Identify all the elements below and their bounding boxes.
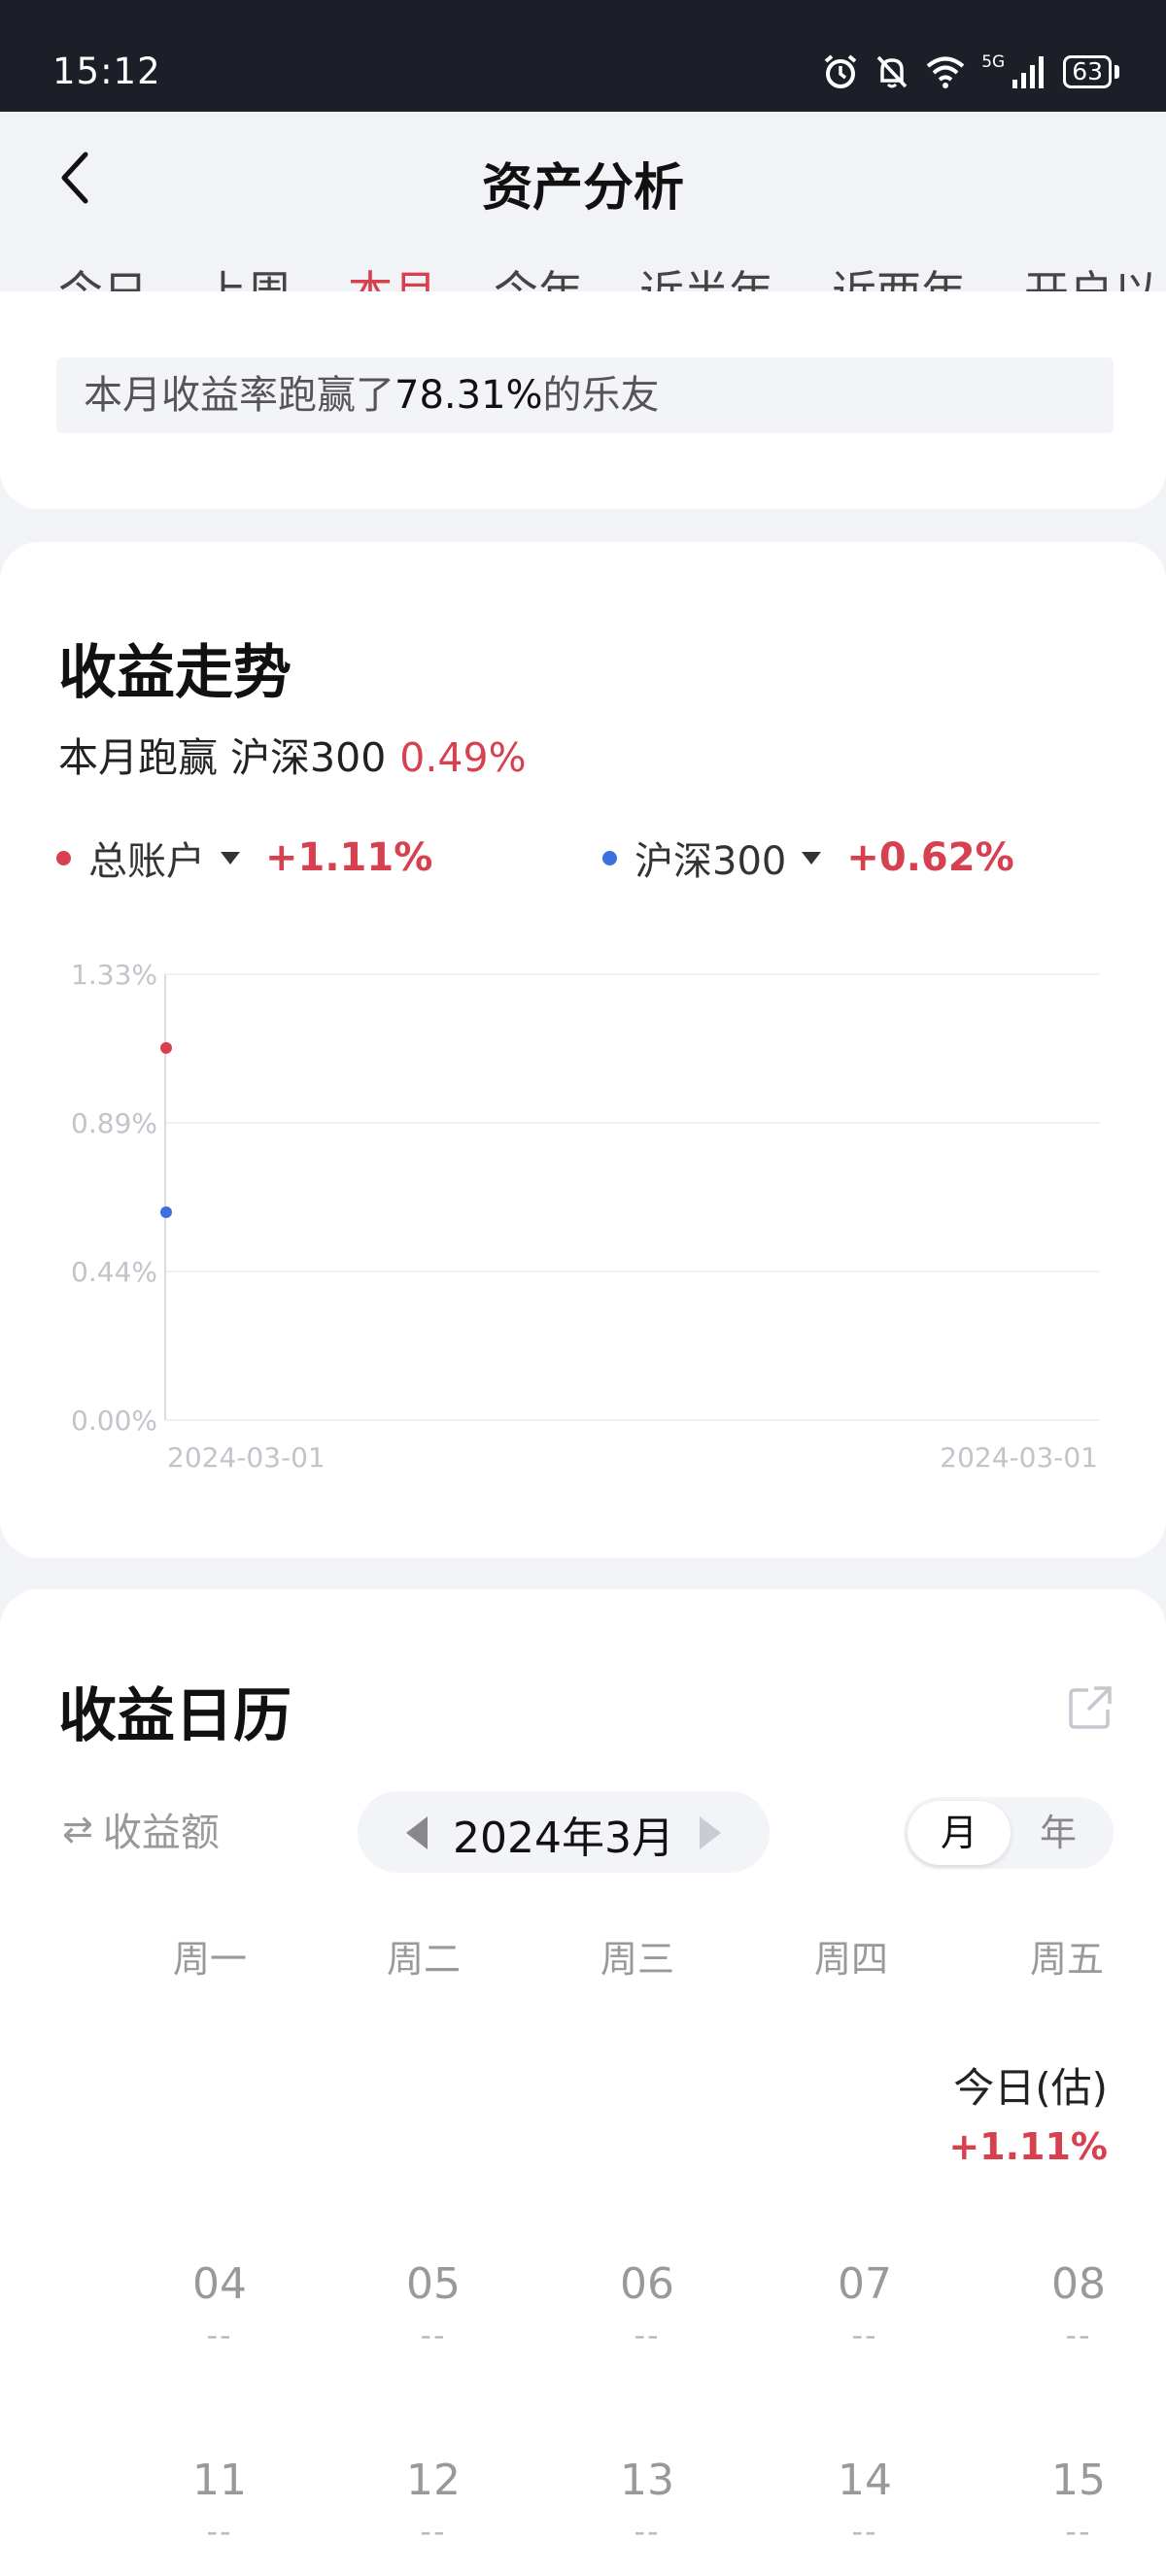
rank-percent: 78.31%	[394, 373, 543, 418]
mute-bell-icon	[876, 55, 908, 88]
legend-total-account[interactable]: 总账户 +1.11%	[56, 830, 432, 886]
today-value: +1.11%	[948, 2125, 1108, 2168]
battery-level: 63	[1072, 57, 1103, 85]
legend-dot-csi300	[602, 850, 617, 865]
weekday-label: 周二	[386, 1938, 461, 1981]
battery-icon: 63	[1063, 55, 1112, 88]
day-value: --	[206, 2513, 233, 2550]
y-tick-label: 0.89%	[71, 1107, 157, 1139]
day-value: --	[851, 2317, 878, 2354]
day-number: 06	[620, 2259, 674, 2309]
day-number: 11	[192, 2456, 247, 2505]
period-year-button[interactable]: 年	[1007, 1801, 1110, 1865]
calendar-day[interactable]: 14 --	[777, 2456, 952, 2550]
metric-label: 收益额	[102, 1811, 220, 1855]
calendar-day[interactable]: 13 --	[560, 2456, 735, 2550]
calendar-day[interactable]: 05 --	[346, 2259, 521, 2354]
day-value: --	[1065, 2317, 1092, 2354]
rank-banner: 本月收益率跑赢了78.31%的乐友	[56, 357, 1114, 433]
trend-sub-label: 本月跑赢 沪深300	[58, 734, 387, 781]
calendar-day[interactable]: 06 --	[560, 2259, 735, 2354]
trend-subtitle: 本月跑赢 沪深300 0.49%	[58, 725, 527, 783]
status-icons: 5G 63	[822, 52, 1119, 91]
signal-icon	[1012, 56, 1045, 88]
day-value: --	[1065, 2513, 1092, 2550]
month-selector: 2024年3月	[358, 1791, 770, 1873]
y-tick-label: 0.00%	[71, 1405, 157, 1437]
day-value: --	[420, 2513, 447, 2550]
day-number: 12	[406, 2456, 461, 2505]
calendar-day[interactable]: 12 --	[346, 2456, 521, 2550]
calendar-card: 收益日历 ⇄ 收益额 2024年3月 月 年 周一 周二 周三 周四 周五 今日…	[0, 1589, 1166, 2576]
network-type: 5G	[981, 52, 1006, 72]
x-tick-label: 2024-03-01	[167, 1441, 326, 1474]
wifi-icon	[926, 56, 965, 88]
period-toggle: 月 年	[904, 1797, 1114, 1869]
y-tick-label: 0.44%	[71, 1256, 157, 1288]
weekday-label: 周三	[600, 1938, 674, 1981]
calendar-day[interactable]: 08 --	[991, 2259, 1166, 2354]
x-tick-label: 2024-03-01	[940, 1441, 1098, 1474]
calendar-day[interactable]: 07 --	[777, 2259, 952, 2354]
legend-name-total: 总账户	[88, 839, 205, 884]
next-month-icon[interactable]	[700, 1816, 721, 1849]
day-value: --	[851, 2513, 878, 2550]
day-number: 04	[192, 2259, 247, 2309]
period-month-button[interactable]: 月	[908, 1801, 1011, 1865]
weekday-label: 周五	[1029, 1938, 1104, 1981]
day-number: 14	[838, 2456, 892, 2505]
legend-value-total: +1.11%	[265, 835, 433, 880]
rank-prefix: 本月收益率跑赢了	[84, 373, 394, 418]
weekday-label: 周四	[813, 1938, 888, 1981]
battery-indicator: 63	[1063, 55, 1119, 88]
calendar-title: 收益日历	[58, 1682, 292, 1750]
rank-card: 本月收益率跑赢了78.31%的乐友	[0, 291, 1166, 509]
dropdown-caret-icon	[802, 851, 822, 864]
day-value: --	[206, 2317, 233, 2354]
alarm-icon	[824, 54, 857, 88]
day-value: --	[634, 2317, 661, 2354]
share-icon[interactable]	[1067, 1684, 1114, 1731]
trend-title: 收益走势	[58, 639, 292, 707]
legend-value-csi300: +0.62%	[846, 835, 1014, 880]
legend-dot-total	[56, 850, 71, 865]
legend-name-csi300: 沪深300	[634, 839, 787, 884]
trend-chart: 1.33% 0.89% 0.44% 0.00% 2024-03-01 2024-03-01	[71, 959, 1100, 1474]
day-number: 07	[838, 2259, 892, 2309]
day-number: 13	[620, 2456, 674, 2505]
day-value: --	[634, 2513, 661, 2550]
day-number: 05	[406, 2259, 461, 2309]
status-time: 15:12	[52, 51, 161, 92]
metric-toggle[interactable]: ⇄ 收益额	[62, 1801, 220, 1857]
trend-card: 收益走势 本月跑赢 沪深300 0.49% 总账户 +1.11% 沪深300 +0…	[0, 542, 1166, 1558]
legend-csi300[interactable]: 沪深300 +0.62%	[602, 830, 1014, 886]
dropdown-caret-icon	[221, 851, 240, 864]
day-number: 15	[1051, 2456, 1106, 2505]
calendar-day[interactable]: 04 --	[132, 2259, 307, 2354]
rank-suffix: 的乐友	[542, 373, 660, 418]
calendar-day[interactable]: 11 --	[132, 2456, 307, 2550]
page-title: 资产分析	[481, 159, 684, 218]
calendar-day[interactable]: 15 --	[991, 2456, 1166, 2550]
trend-sub-value: 0.49%	[399, 734, 527, 781]
status-bar: 15:12 5G 63	[0, 0, 1166, 112]
today-label[interactable]: 今日(估)	[953, 2055, 1108, 2115]
data-point-total-account	[160, 1041, 172, 1054]
y-tick-label: 1.33%	[71, 959, 157, 991]
data-point-csi300	[160, 1206, 172, 1219]
weekday-label: 周一	[172, 1938, 247, 1981]
day-number: 08	[1051, 2259, 1106, 2309]
swap-icon: ⇄	[62, 1808, 93, 1850]
day-value: --	[420, 2317, 447, 2354]
